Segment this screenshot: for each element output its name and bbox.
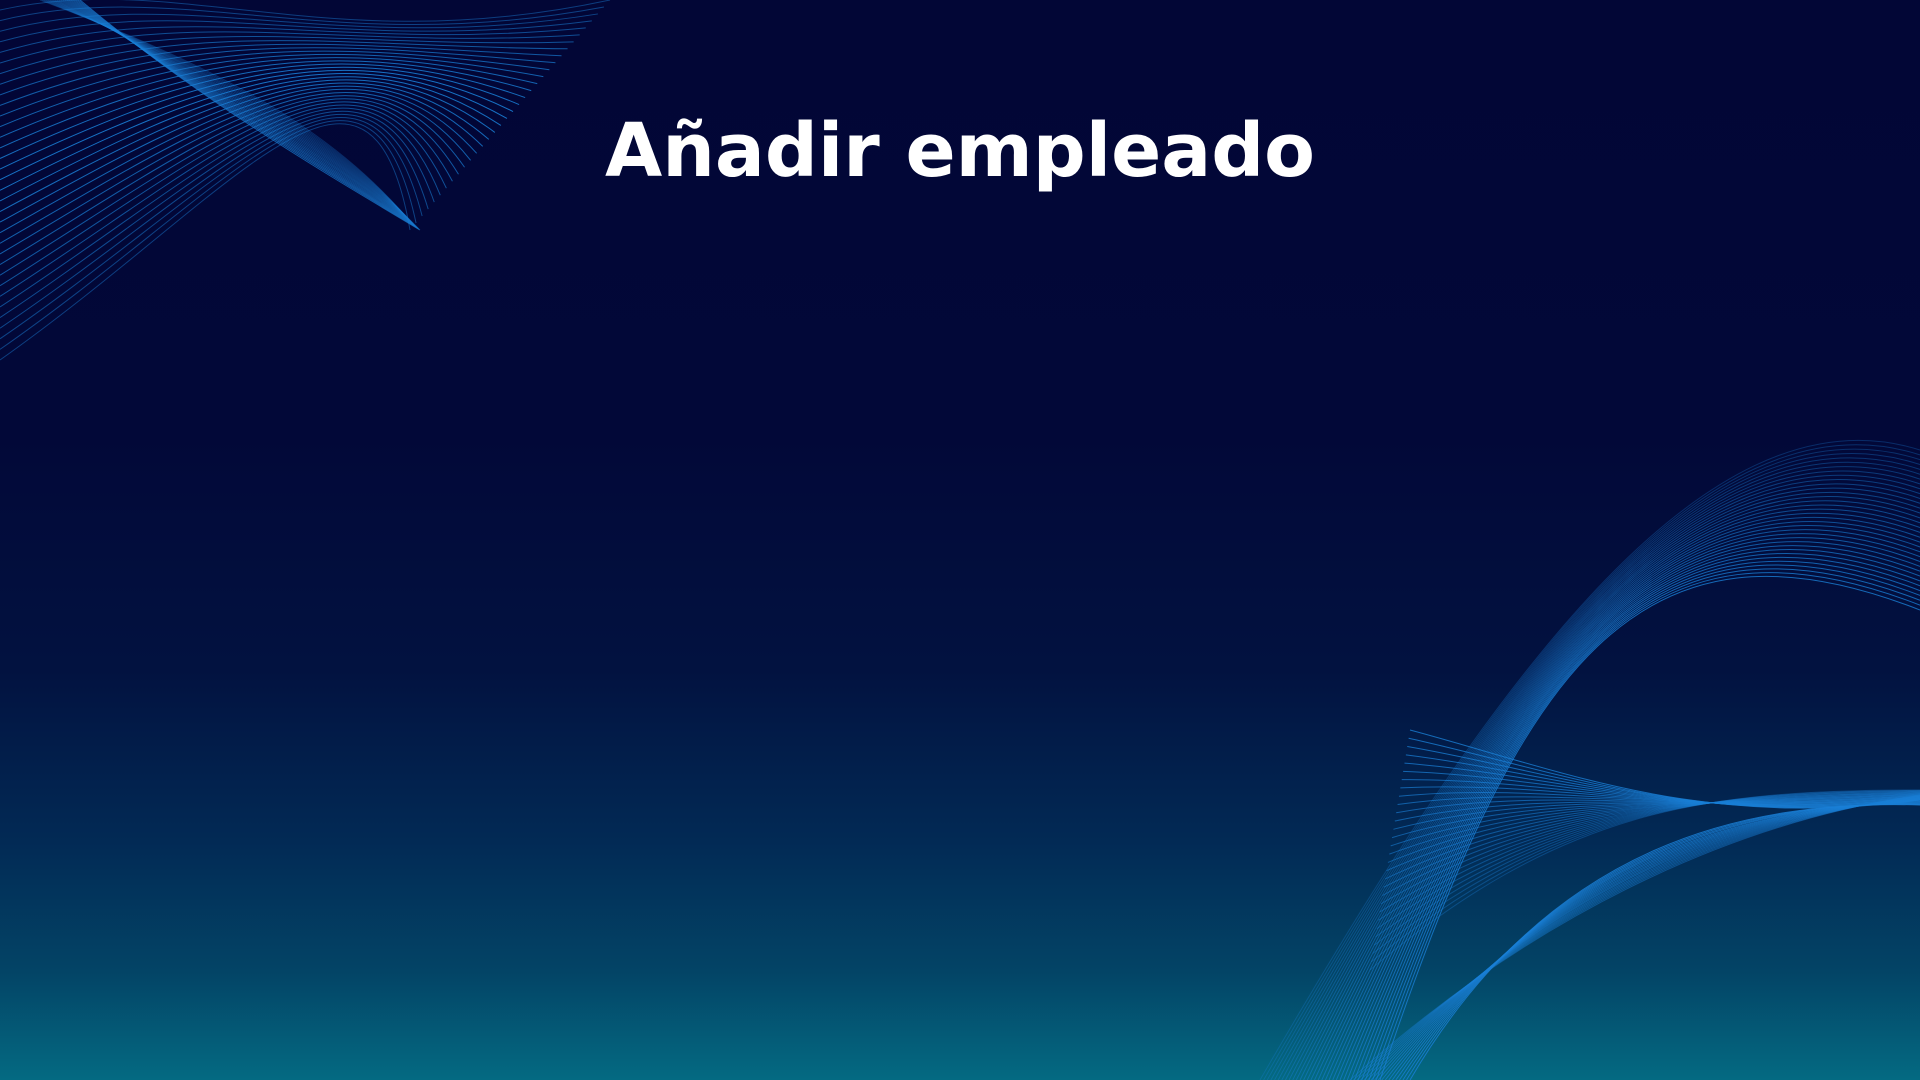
- wave-line: [1259, 439, 1920, 1080]
- wave-line: [1374, 798, 1920, 1080]
- wave-line: [1356, 795, 1920, 1080]
- wave-line: [1406, 803, 1920, 1080]
- wave-line: [1384, 800, 1920, 1080]
- wave-line: [1263, 444, 1920, 1080]
- wave-line: [1281, 466, 1920, 1080]
- slide-title: Añadir empleado: [604, 108, 1316, 194]
- wave-line: [1395, 802, 1920, 1080]
- wave-line: [1285, 470, 1920, 1080]
- wave-line: [1288, 474, 1920, 1080]
- wave-line: [1277, 461, 1920, 1080]
- wave-line: [1409, 804, 1920, 1080]
- wave-line: [1398, 802, 1920, 1080]
- wave-line: [1377, 799, 1920, 1080]
